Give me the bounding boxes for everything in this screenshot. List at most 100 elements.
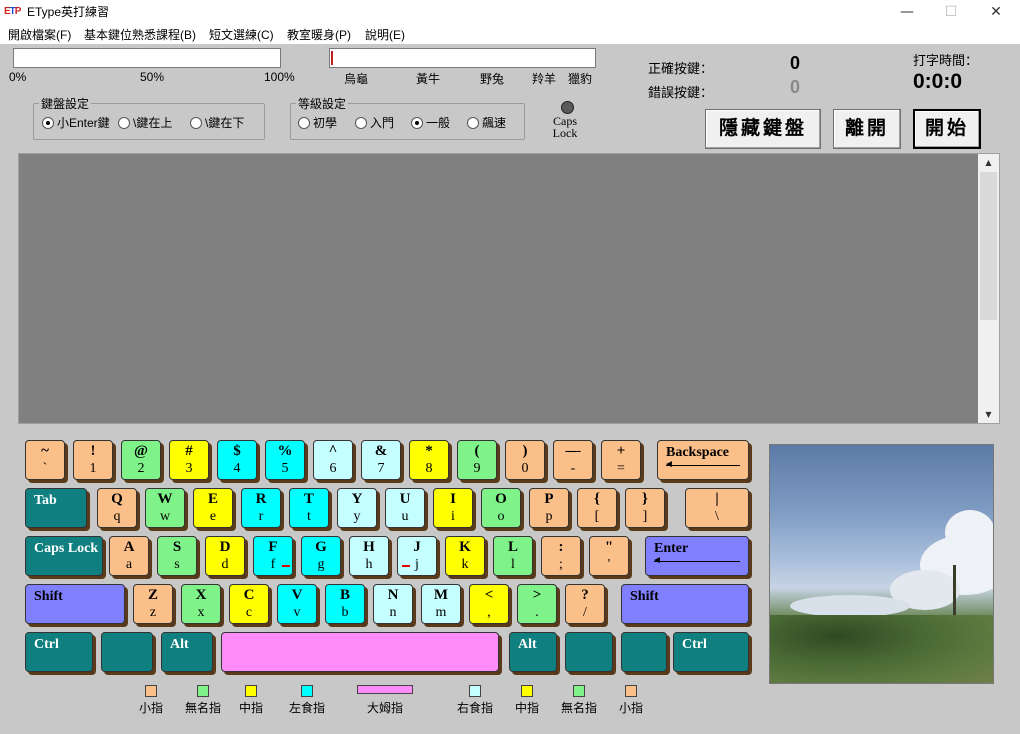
key-0[interactable]: ) 0 [505,440,545,480]
key-lower-label: [ [594,509,600,524]
legend-swatch [245,685,257,697]
key-t[interactable]: Tt [289,488,329,528]
key-i[interactable]: Ii [433,488,473,528]
typing-text-area[interactable] [18,153,1000,424]
key-lower-label: 6 [329,461,337,476]
key-q[interactable]: Qq [97,488,137,528]
key-shift-right[interactable]: Shift [621,584,749,624]
radio-level-fast[interactable]: 飆速 [467,114,506,131]
radio-backslash-bottom[interactable]: \鍵在下 [190,114,244,131]
key-j[interactable]: Jj [397,536,437,576]
key-7[interactable]: & 7 [361,440,401,480]
key-space[interactable] [221,632,499,672]
key-k[interactable]: Kk [445,536,485,576]
key-2[interactable]: @2 [121,440,161,480]
scrollbar-thumb[interactable] [980,172,997,320]
key-tab[interactable]: Tab [25,488,87,528]
menu-short-text[interactable]: 短文選練(C) [209,26,274,43]
key-'[interactable]: " ' [589,536,629,576]
key-o[interactable]: Oo [481,488,521,528]
key-c[interactable]: Cc [229,584,269,624]
legend-swatch [301,685,313,697]
key-caps-lock[interactable]: Caps Lock [25,536,103,576]
hide-keyboard-button[interactable]: 隱藏鍵盤 [705,109,821,149]
key-shift-left[interactable]: Shift [25,584,125,624]
minimize-button[interactable]: — [884,0,930,24]
key-y[interactable]: Yy [337,488,377,528]
key-.[interactable]: >. [517,584,557,624]
key-upper-label: ) [522,443,528,459]
key-upper-label: Z [147,587,158,603]
key-upper-label: $ [233,443,241,459]
key-[[interactable]: {[ [577,488,617,528]
scroll-up-icon[interactable]: ▲ [978,154,999,171]
radio-level-beginner[interactable]: 初學 [298,114,337,131]
key-w[interactable]: Ww [145,488,185,528]
key-h[interactable]: Hh [349,536,389,576]
radio-small-enter[interactable]: 小Enter鍵 [42,114,110,131]
key-alt-right[interactable]: Alt [509,632,557,672]
key-z[interactable]: Zz [133,584,173,624]
key-s[interactable]: Ss [157,536,197,576]
key-,[interactable]: <, [469,584,509,624]
key-upper-label: V [291,587,303,603]
key-1[interactable]: ! 1 [73,440,113,480]
key-r[interactable]: Rr [241,488,281,528]
key-p[interactable]: Pp [529,488,569,528]
maximize-button[interactable]: ☐ [928,0,974,24]
key-alt-left[interactable]: Alt [161,632,213,672]
menu-warmup[interactable]: 教室暖身(P) [287,26,351,43]
key-`[interactable]: ~ ` [25,440,65,480]
key-ctrl-left[interactable]: Ctrl [25,632,93,672]
app-icon: ETP [4,3,22,20]
close-button[interactable]: ✕ [973,0,1019,24]
key-g[interactable]: Gg [301,536,341,576]
key-4[interactable]: $4 [217,440,257,480]
key-9[interactable]: (9 [457,440,497,480]
key-/[interactable]: ? / [565,584,605,624]
radio-backslash-top[interactable]: \鍵在上 [118,114,172,131]
key-6[interactable]: ^ 6 [313,440,353,480]
key-v[interactable]: Vv [277,584,317,624]
key-=[interactable]: + = [601,440,641,480]
radio-level-normal[interactable]: 一般 [411,114,450,131]
scroll-down-icon[interactable]: ▼ [978,406,999,423]
key-win-right[interactable] [565,632,613,672]
menu-open-file[interactable]: 開啟檔案(F) [8,26,71,43]
key-win-left[interactable] [101,632,153,672]
key--[interactable]: — - [553,440,593,480]
key-e[interactable]: Ee [193,488,233,528]
key-ctrl-right[interactable]: Ctrl [673,632,749,672]
start-button[interactable]: 開始 [913,109,981,149]
key-x[interactable]: Xx [181,584,221,624]
key-f[interactable]: Ff [253,536,293,576]
key-3[interactable]: #3 [169,440,209,480]
key-enter[interactable]: Enter ◄ [645,536,749,576]
key-lower-label: n [389,605,397,620]
key-backspace[interactable]: Backspace ◄ [657,440,749,480]
key-][interactable]: }] [625,488,665,528]
landscape-photo [769,444,994,684]
key-d[interactable]: Dd [205,536,245,576]
vertical-scrollbar[interactable]: ▲ ▼ [978,154,999,423]
key-a[interactable]: Aa [109,536,149,576]
key-menu[interactable] [621,632,667,672]
key-lower-label: k [461,557,469,572]
key-;[interactable]: :; [541,536,581,576]
key-n[interactable]: Nn [373,584,413,624]
radio-level-intro[interactable]: 入門 [355,114,394,131]
key-backslash[interactable]: | \ [685,488,749,528]
exit-button[interactable]: 離開 [833,109,901,149]
menu-help[interactable]: 說明(E) [365,26,405,43]
key-5[interactable]: % 5 [265,440,305,480]
key-m[interactable]: Mm [421,584,461,624]
key-label: Alt [518,637,537,652]
key-b[interactable]: Bb [325,584,365,624]
key-u[interactable]: Uu [385,488,425,528]
key-8[interactable]: * 8 [409,440,449,480]
key-upper-label: < [484,587,494,603]
menu-basic-course[interactable]: 基本鍵位熟悉課程(B) [84,26,196,43]
key-l[interactable]: Ll [493,536,533,576]
key-upper-label: * [425,443,433,459]
key-upper-label: O [495,491,507,507]
